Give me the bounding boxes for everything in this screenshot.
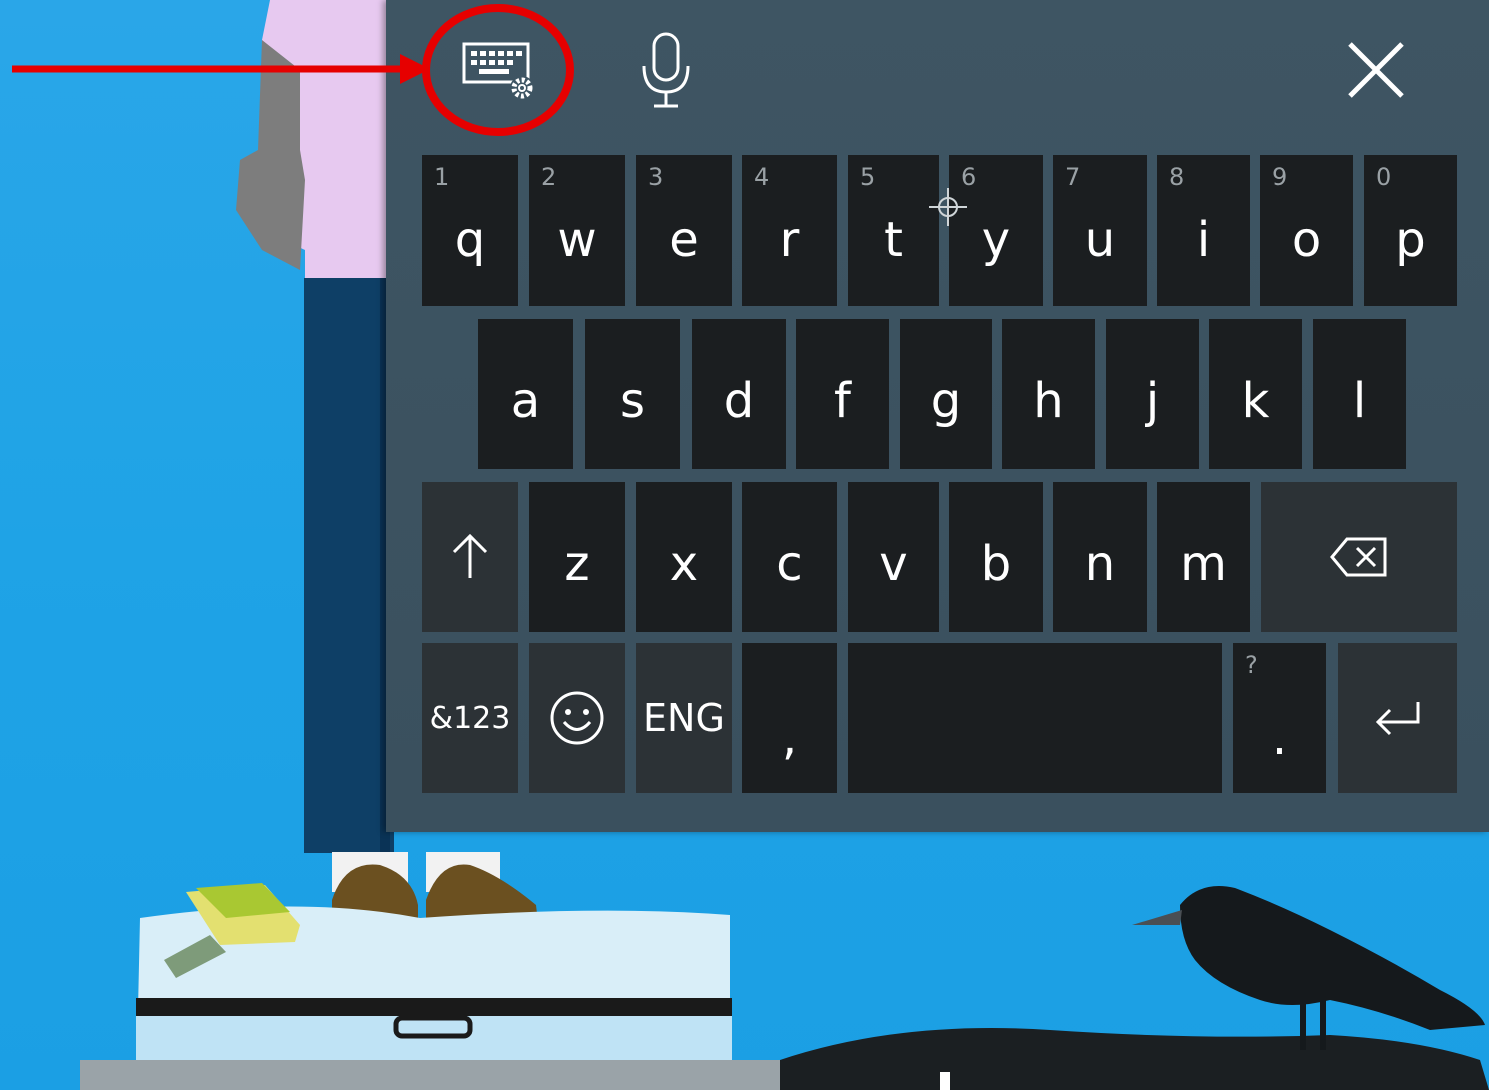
- key-m[interactable]: m: [1157, 482, 1250, 632]
- key-label: ,: [781, 710, 798, 766]
- microphone-icon: [642, 32, 690, 108]
- key-label: .: [1271, 710, 1288, 766]
- crosshair-cursor-icon: [929, 188, 967, 226]
- shift-key[interactable]: [422, 482, 518, 632]
- key-label: n: [1084, 536, 1116, 592]
- keyboard-settings-icon: [462, 42, 534, 100]
- key-r[interactable]: 4 r: [742, 155, 837, 306]
- key-p[interactable]: 0 p: [1364, 155, 1457, 306]
- key-z[interactable]: z: [529, 482, 625, 632]
- enter-key[interactable]: [1338, 643, 1457, 793]
- key-q[interactable]: 1 q: [422, 155, 518, 306]
- key-label: l: [1352, 373, 1367, 429]
- key-k[interactable]: k: [1209, 319, 1302, 469]
- language-key[interactable]: ENG: [636, 643, 732, 793]
- key-label: i: [1196, 211, 1211, 268]
- key-w[interactable]: 2 w: [529, 155, 625, 306]
- microphone-button[interactable]: [616, 28, 716, 112]
- key-h[interactable]: h: [1002, 319, 1095, 469]
- language-label: ENG: [643, 696, 725, 740]
- key-f[interactable]: f: [796, 319, 889, 469]
- close-keyboard-button[interactable]: [1336, 30, 1416, 110]
- key-label: f: [834, 373, 851, 429]
- touch-keyboard: 1 q 2 w 3 e 4 r 5 t 6 y 7 u 8 i 9 o 0 p: [386, 0, 1489, 832]
- key-label: b: [980, 536, 1012, 592]
- key-label: t: [884, 211, 903, 268]
- backspace-icon: [1330, 537, 1387, 577]
- close-icon: [1348, 42, 1404, 98]
- key-label: k: [1241, 373, 1270, 429]
- key-n[interactable]: n: [1053, 482, 1147, 632]
- key-v[interactable]: v: [848, 482, 939, 632]
- key-b[interactable]: b: [949, 482, 1043, 632]
- key-j[interactable]: j: [1106, 319, 1199, 469]
- key-e[interactable]: 3 e: [636, 155, 732, 306]
- key-u[interactable]: 7 u: [1053, 155, 1147, 306]
- key-label: u: [1084, 211, 1116, 268]
- key-label: j: [1145, 373, 1160, 429]
- key-period[interactable]: ? .: [1233, 643, 1326, 793]
- key-label: p: [1395, 211, 1426, 268]
- shift-arrow-icon: [452, 533, 488, 578]
- key-label: z: [564, 536, 590, 592]
- key-i[interactable]: 8 i: [1157, 155, 1250, 306]
- smiley-icon: [550, 691, 604, 745]
- key-label: w: [557, 211, 597, 268]
- key-a[interactable]: a: [478, 319, 573, 469]
- keyboard-settings-button[interactable]: [446, 30, 556, 110]
- backspace-key[interactable]: [1261, 482, 1457, 632]
- key-s[interactable]: s: [585, 319, 680, 469]
- key-comma[interactable]: ,: [742, 643, 837, 793]
- symbols-label: &123: [429, 700, 511, 736]
- space-key[interactable]: [848, 643, 1222, 793]
- key-g[interactable]: g: [900, 319, 992, 469]
- enter-icon: [1375, 702, 1419, 736]
- key-label: q: [454, 211, 486, 268]
- key-d[interactable]: d: [692, 319, 786, 469]
- key-label-wrap: ENG: [636, 643, 732, 793]
- key-label: e: [669, 211, 699, 268]
- key-t[interactable]: 5 t: [848, 155, 939, 306]
- key-label: h: [1033, 373, 1064, 429]
- key-y[interactable]: 6 y: [949, 155, 1043, 306]
- key-o[interactable]: 9 o: [1260, 155, 1353, 306]
- key-label: d: [723, 373, 755, 429]
- symbols-key[interactable]: &123: [422, 643, 518, 793]
- emoji-icon-wrap: [529, 643, 625, 793]
- key-label: c: [776, 536, 803, 592]
- key-label: g: [930, 373, 962, 429]
- backspace-icon-wrap: [1261, 482, 1457, 632]
- key-label: m: [1180, 536, 1227, 592]
- key-label: v: [879, 536, 908, 592]
- key-label: r: [779, 211, 800, 268]
- key-label-wrap: &123: [422, 643, 518, 793]
- key-label: a: [510, 373, 541, 429]
- key-label: s: [619, 373, 645, 429]
- enter-icon-wrap: [1338, 643, 1457, 793]
- key-l[interactable]: l: [1313, 319, 1406, 469]
- key-label: o: [1291, 211, 1322, 268]
- key-label: y: [981, 211, 1011, 268]
- key-x[interactable]: x: [636, 482, 732, 632]
- key-label: x: [669, 536, 699, 592]
- key-c[interactable]: c: [742, 482, 837, 632]
- emoji-key[interactable]: [529, 643, 625, 793]
- shift-icon-wrap: [422, 482, 518, 632]
